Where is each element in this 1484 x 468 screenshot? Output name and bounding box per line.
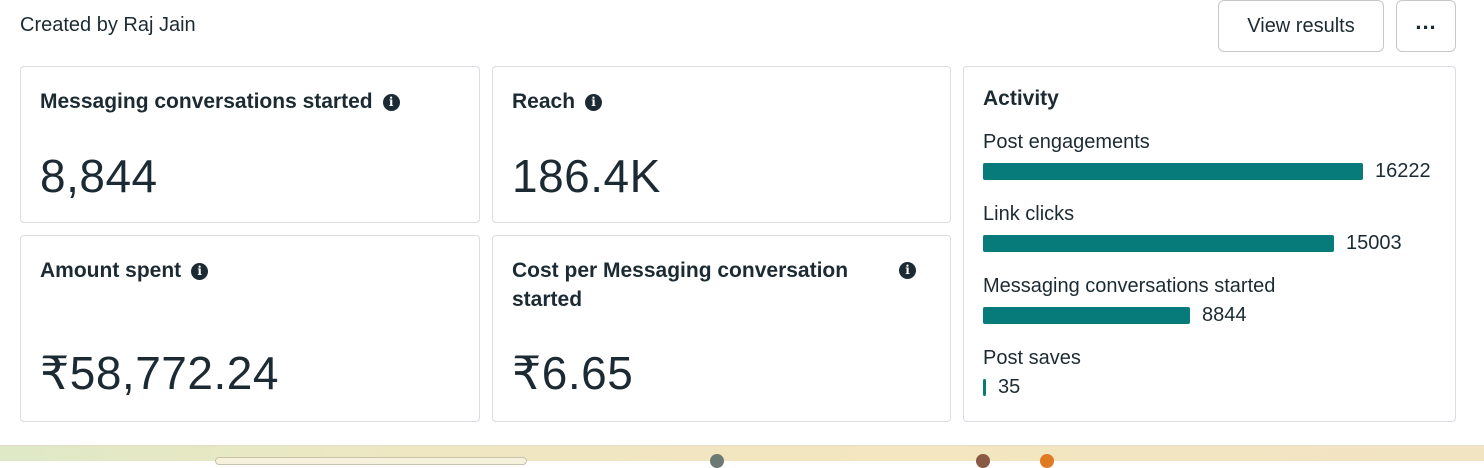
activity-row-label: Post engagements	[983, 131, 1150, 153]
view-results-button[interactable]: View results	[1218, 0, 1384, 52]
card-label-text: Messaging conversations started	[40, 90, 373, 113]
info-icon[interactable]: i	[382, 94, 400, 111]
activity-row-link-clicks: Link clicks 15003	[983, 200, 1453, 258]
card-label: Messaging conversations started i	[40, 87, 400, 116]
activity-row-post-engagements: Post engagements 16222	[983, 128, 1453, 186]
card-label-text: Amount spent	[40, 259, 182, 282]
cost-per-messaging-card: Cost per Messaging conversation started …	[492, 235, 951, 422]
activity-row-value: 15003	[1346, 231, 1402, 254]
activity-row-label: Post saves	[983, 347, 1081, 369]
more-options-button[interactable]: ...	[1396, 0, 1456, 52]
activity-title: Activity	[983, 87, 1059, 110]
activity-bar	[983, 162, 1363, 180]
activity-row-value: 8844	[1202, 303, 1247, 326]
card-label: Amount spent i	[40, 256, 209, 285]
activity-row-value: 16222	[1375, 159, 1431, 182]
created-by-label: Created by Raj Jain	[20, 14, 196, 36]
info-icon[interactable]: i	[191, 263, 209, 280]
activity-bar	[983, 234, 1334, 252]
activity-row-label: Messaging conversations started	[983, 275, 1276, 297]
info-icon[interactable]: i	[899, 262, 916, 279]
amount-spent-card: Amount spent i ₹58,772.24	[20, 235, 480, 422]
reach-card: Reach i 186.4K	[492, 66, 951, 223]
taskbar-app-icon[interactable]	[710, 454, 724, 468]
taskbar-app-icon[interactable]	[1040, 454, 1054, 468]
card-label: Cost per Messaging conversation started	[512, 256, 882, 314]
taskbar-search-box[interactable]	[215, 457, 527, 465]
info-icon[interactable]: i	[585, 94, 603, 111]
card-label: Reach i	[512, 87, 603, 116]
activity-row-post-saves: Post saves 35	[983, 344, 1453, 402]
taskbar-app-icon[interactable]	[976, 454, 990, 468]
activity-row-label: Link clicks	[983, 203, 1075, 225]
messaging-conversations-card: Messaging conversations started i 8,844	[20, 66, 480, 223]
activity-bar	[983, 378, 986, 396]
card-value: ₹58,772.24	[40, 347, 279, 399]
card-label-text: Cost per Messaging conversation started	[512, 259, 849, 311]
activity-bar	[983, 306, 1190, 324]
card-value: 186.4K	[512, 150, 661, 202]
activity-row-value: 35	[998, 375, 1021, 398]
activity-card: Activity Post engagements 16222 Link cli…	[963, 66, 1456, 422]
card-value: 8,844	[40, 150, 158, 202]
card-label-text: Reach	[512, 90, 576, 113]
activity-row-messaging: Messaging conversations started 8844	[983, 272, 1453, 330]
card-value: ₹6.65	[512, 347, 634, 399]
